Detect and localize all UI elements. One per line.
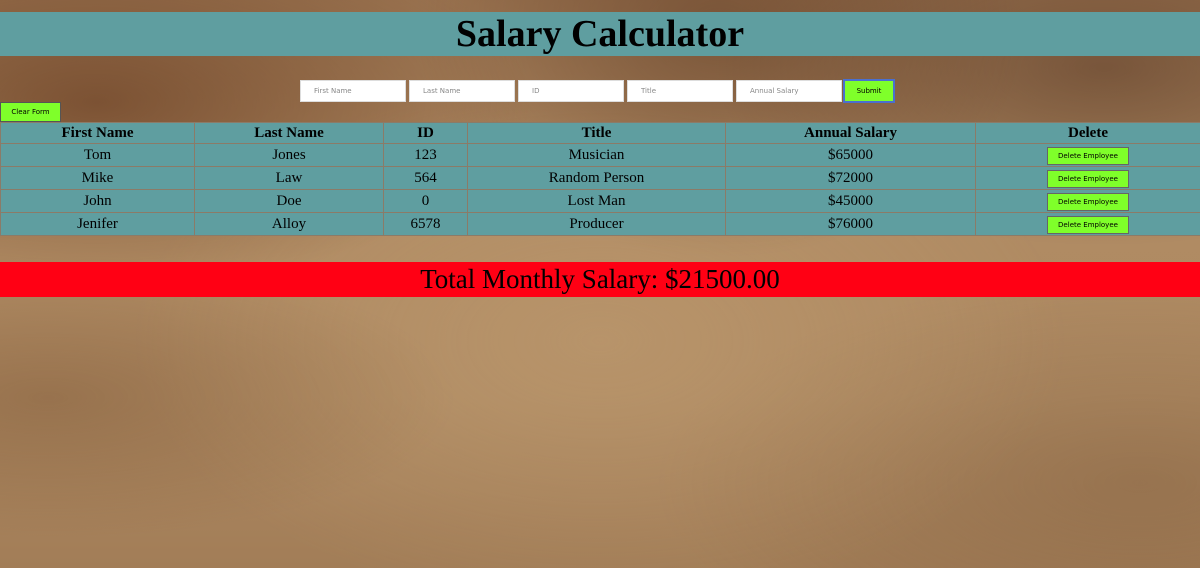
cell-first-name: John <box>0 189 195 213</box>
column-header-last-name: Last Name <box>194 122 384 144</box>
title-input[interactable] <box>627 80 733 102</box>
cell-title: Lost Man <box>467 189 726 213</box>
column-header-delete: Delete <box>975 122 1200 144</box>
cell-delete: Delete Employee <box>975 212 1200 236</box>
delete-employee-button[interactable]: Delete Employee <box>1047 146 1129 165</box>
cell-title: Random Person <box>467 166 726 190</box>
cell-id: 6578 <box>383 212 468 236</box>
cell-title: Musician <box>467 143 726 167</box>
column-header-title: Title <box>467 122 726 144</box>
page-header: Salary Calculator <box>0 12 1200 56</box>
delete-employee-button[interactable]: Delete Employee <box>1047 192 1129 211</box>
total-monthly-salary: Total Monthly Salary: $21500.00 <box>0 262 1200 297</box>
cell-annual-salary: $76000 <box>725 212 976 236</box>
cell-id: 123 <box>383 143 468 167</box>
annual-salary-input[interactable] <box>736 80 842 102</box>
delete-employee-button[interactable]: Delete Employee <box>1047 169 1129 188</box>
table-row: Jenifer Alloy 6578 Producer $76000 Delet… <box>0 212 1200 236</box>
cell-annual-salary: $65000 <box>725 143 976 167</box>
cell-last-name: Law <box>194 166 384 190</box>
last-name-input[interactable] <box>409 80 515 102</box>
cell-title: Producer <box>467 212 726 236</box>
cell-delete: Delete Employee <box>975 166 1200 190</box>
table-header-row: First Name Last Name ID Title Annual Sal… <box>0 122 1200 144</box>
first-name-input[interactable] <box>300 80 406 102</box>
page-title: Salary Calculator <box>455 13 745 55</box>
column-header-annual-salary: Annual Salary <box>725 122 976 144</box>
clear-form-button[interactable]: Clear Form <box>0 102 61 122</box>
table-row: Tom Jones 123 Musician $65000 Delete Emp… <box>0 143 1200 167</box>
cell-last-name: Jones <box>194 143 384 167</box>
delete-employee-button[interactable]: Delete Employee <box>1047 215 1129 234</box>
submit-button[interactable]: Submit <box>843 79 895 103</box>
cell-last-name: Doe <box>194 189 384 213</box>
cell-id: 564 <box>383 166 468 190</box>
cell-delete: Delete Employee <box>975 143 1200 167</box>
column-header-first-name: First Name <box>0 122 195 144</box>
cell-annual-salary: $45000 <box>725 189 976 213</box>
cell-first-name: Tom <box>0 143 195 167</box>
column-header-id: ID <box>383 122 468 144</box>
cell-first-name: Mike <box>0 166 195 190</box>
cell-first-name: Jenifer <box>0 212 195 236</box>
id-input[interactable] <box>518 80 624 102</box>
cell-annual-salary: $72000 <box>725 166 976 190</box>
table-row: Mike Law 564 Random Person $72000 Delete… <box>0 166 1200 190</box>
table-row: John Doe 0 Lost Man $45000 Delete Employ… <box>0 189 1200 213</box>
cell-id: 0 <box>383 189 468 213</box>
cell-delete: Delete Employee <box>975 189 1200 213</box>
employee-table: First Name Last Name ID Title Annual Sal… <box>0 122 1200 236</box>
cell-last-name: Alloy <box>194 212 384 236</box>
